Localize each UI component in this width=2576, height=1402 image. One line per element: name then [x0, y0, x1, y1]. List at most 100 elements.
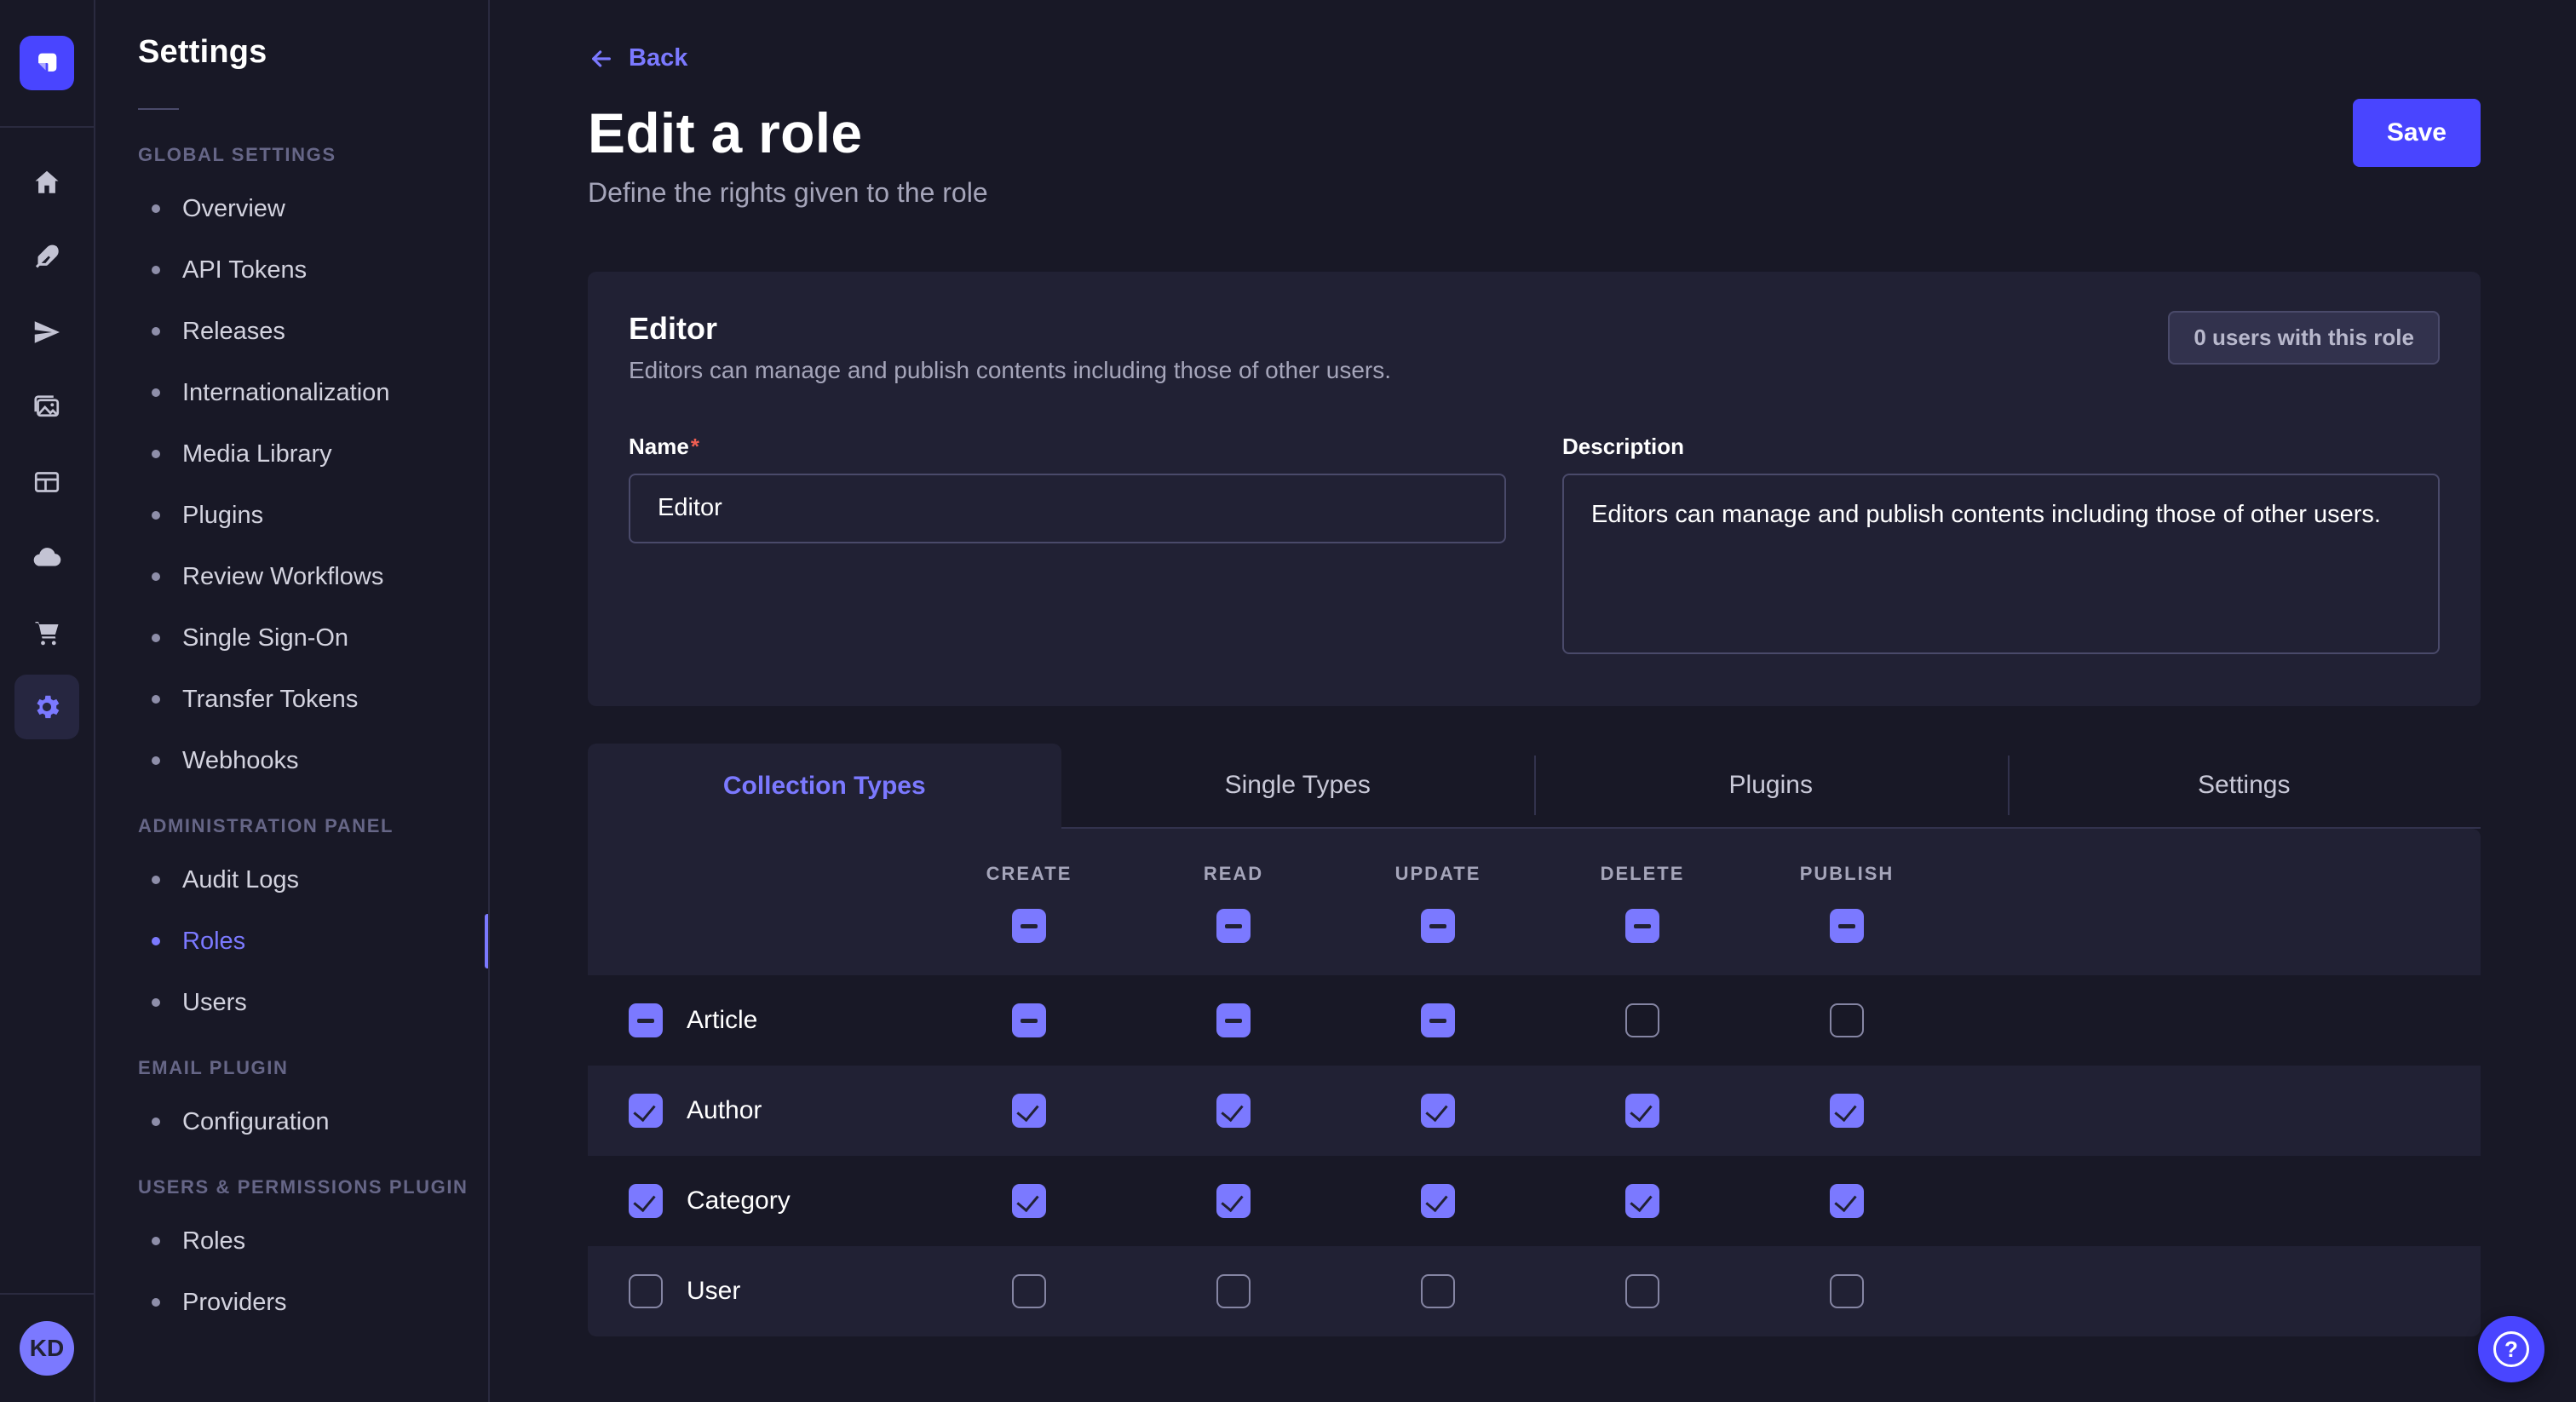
- row-label: User: [687, 1277, 740, 1306]
- sidebar-item-up-roles[interactable]: Roles: [138, 1210, 488, 1272]
- sidebar-item-internationalization[interactable]: Internationalization: [138, 362, 488, 423]
- bullet-icon: [152, 634, 160, 642]
- tab-collection-types[interactable]: Collection Types: [588, 744, 1061, 829]
- cell-delete: [1540, 1184, 1745, 1218]
- cell-publish: [1745, 1094, 1949, 1128]
- bullet-icon: [152, 695, 160, 704]
- row-label: Category: [687, 1187, 791, 1215]
- save-button[interactable]: Save: [2353, 99, 2481, 167]
- cell-update: [1336, 1003, 1540, 1037]
- role-card-header: Editor Editors can manage and publish co…: [629, 311, 2440, 384]
- sidebar-item-releases[interactable]: Releases: [138, 301, 488, 362]
- name-field-group: Name*: [629, 434, 1506, 658]
- master-checkbox-read[interactable]: [1216, 909, 1251, 943]
- checkbox-article-update[interactable]: [1421, 1003, 1455, 1037]
- checkbox-article-read[interactable]: [1216, 1003, 1251, 1037]
- shopping-cart-icon[interactable]: [14, 600, 79, 664]
- checkbox-user-delete[interactable]: [1625, 1274, 1659, 1308]
- column-label: CREATE: [986, 863, 1072, 885]
- role-name-input[interactable]: [629, 474, 1506, 543]
- sidebar-item-media-library[interactable]: Media Library: [138, 423, 488, 485]
- checkbox-category-read[interactable]: [1216, 1184, 1251, 1218]
- sidebar-item-plugins[interactable]: Plugins: [138, 485, 488, 546]
- sidebar-item-overview[interactable]: Overview: [138, 178, 488, 239]
- checkbox-article-publish[interactable]: [1830, 1003, 1864, 1037]
- sidebar-item-review-workflows[interactable]: Review Workflows: [138, 546, 488, 607]
- tab-settings[interactable]: Settings: [2008, 744, 2481, 829]
- row-checkbox-article[interactable]: [629, 1003, 663, 1037]
- checkbox-author-publish[interactable]: [1830, 1094, 1864, 1128]
- checkbox-category-update[interactable]: [1421, 1184, 1455, 1218]
- section-label: GLOBAL SETTINGS: [138, 144, 488, 166]
- sidebar-item-single-sign-on[interactable]: Single Sign-On: [138, 607, 488, 669]
- checkbox-author-create[interactable]: [1012, 1094, 1046, 1128]
- question-mark-icon: ?: [2493, 1331, 2529, 1367]
- bullet-icon: [152, 876, 160, 884]
- paper-plane-icon[interactable]: [14, 300, 79, 365]
- tab-single-types[interactable]: Single Types: [1061, 744, 1535, 829]
- help-button[interactable]: ?: [2478, 1316, 2544, 1382]
- cell-update: [1336, 1274, 1540, 1308]
- sidebar-item-audit-logs[interactable]: Audit Logs: [138, 849, 488, 911]
- sidebar-item-webhooks[interactable]: Webhooks: [138, 730, 488, 791]
- sidebar-item-label: Releases: [182, 318, 285, 346]
- settings-gear-icon[interactable]: [14, 675, 79, 739]
- cell-create: [927, 1184, 1131, 1218]
- column-label: DELETE: [1601, 863, 1685, 885]
- column-create: CREATE: [927, 863, 1131, 943]
- user-avatar[interactable]: KD: [20, 1321, 74, 1376]
- sidebar-item-users[interactable]: Users: [138, 972, 488, 1033]
- checkbox-article-create[interactable]: [1012, 1003, 1046, 1037]
- media-images-icon[interactable]: [14, 375, 79, 440]
- bullet-icon: [152, 266, 160, 274]
- row-checkbox-user[interactable]: [629, 1274, 663, 1308]
- users-with-role-badge: 0 users with this role: [2168, 311, 2440, 365]
- sidebar-item-providers[interactable]: Providers: [138, 1272, 488, 1333]
- arrow-left-icon: [588, 45, 615, 72]
- role-description-textarea[interactable]: Editors can manage and publish contents …: [1562, 474, 2440, 654]
- sidebar-item-label: Media Library: [182, 440, 332, 468]
- sidebar-item-api-tokens[interactable]: API Tokens: [138, 239, 488, 301]
- master-checkbox-create[interactable]: [1012, 909, 1046, 943]
- master-checkbox-update[interactable]: [1421, 909, 1455, 943]
- row-checkbox-category[interactable]: [629, 1184, 663, 1218]
- checkbox-category-publish[interactable]: [1830, 1184, 1864, 1218]
- back-link[interactable]: Back: [588, 44, 687, 72]
- sidebar-item-roles-active[interactable]: Roles: [138, 911, 488, 972]
- checkbox-author-read[interactable]: [1216, 1094, 1251, 1128]
- checkbox-user-read[interactable]: [1216, 1274, 1251, 1308]
- bullet-icon: [152, 937, 160, 945]
- feather-icon[interactable]: [14, 225, 79, 290]
- column-label: READ: [1204, 863, 1263, 885]
- cell-create: [927, 1003, 1131, 1037]
- master-checkbox-delete[interactable]: [1625, 909, 1659, 943]
- bullet-icon: [152, 388, 160, 397]
- checkbox-article-delete[interactable]: [1625, 1003, 1659, 1037]
- app-logo[interactable]: [20, 36, 74, 90]
- sidebar-item-label: Audit Logs: [182, 866, 299, 894]
- cloud-icon[interactable]: [14, 525, 79, 589]
- tab-plugins[interactable]: Plugins: [1534, 744, 2008, 829]
- master-checkbox-publish[interactable]: [1830, 909, 1864, 943]
- layout-panel-icon[interactable]: [14, 450, 79, 514]
- checkbox-author-delete[interactable]: [1625, 1094, 1659, 1128]
- checkbox-user-create[interactable]: [1012, 1274, 1046, 1308]
- row-checkbox-author[interactable]: [629, 1094, 663, 1128]
- checkbox-user-update[interactable]: [1421, 1274, 1455, 1308]
- sidebar-item-label: Review Workflows: [182, 563, 383, 591]
- home-icon[interactable]: [14, 150, 79, 215]
- checkbox-category-delete[interactable]: [1625, 1184, 1659, 1218]
- checkbox-category-create[interactable]: [1012, 1184, 1046, 1218]
- sidebar-item-label: Providers: [182, 1289, 287, 1317]
- section-administration-panel: ADMINISTRATION PANEL Audit Logs Roles Us…: [138, 815, 488, 1033]
- page-subtitle: Define the rights given to the role: [588, 177, 2481, 209]
- checkbox-author-update[interactable]: [1421, 1094, 1455, 1128]
- role-fields-row: Name* Description Editors can manage and…: [629, 434, 2440, 658]
- sidebar-item-transfer-tokens[interactable]: Transfer Tokens: [138, 669, 488, 730]
- column-read: READ: [1131, 863, 1336, 943]
- row-label: Article: [687, 1006, 757, 1035]
- sidebar-item-configuration[interactable]: Configuration: [138, 1091, 488, 1152]
- section-global-settings: GLOBAL SETTINGS Overview API Tokens Rele…: [138, 144, 488, 791]
- checkbox-user-publish[interactable]: [1830, 1274, 1864, 1308]
- bullet-icon: [152, 572, 160, 581]
